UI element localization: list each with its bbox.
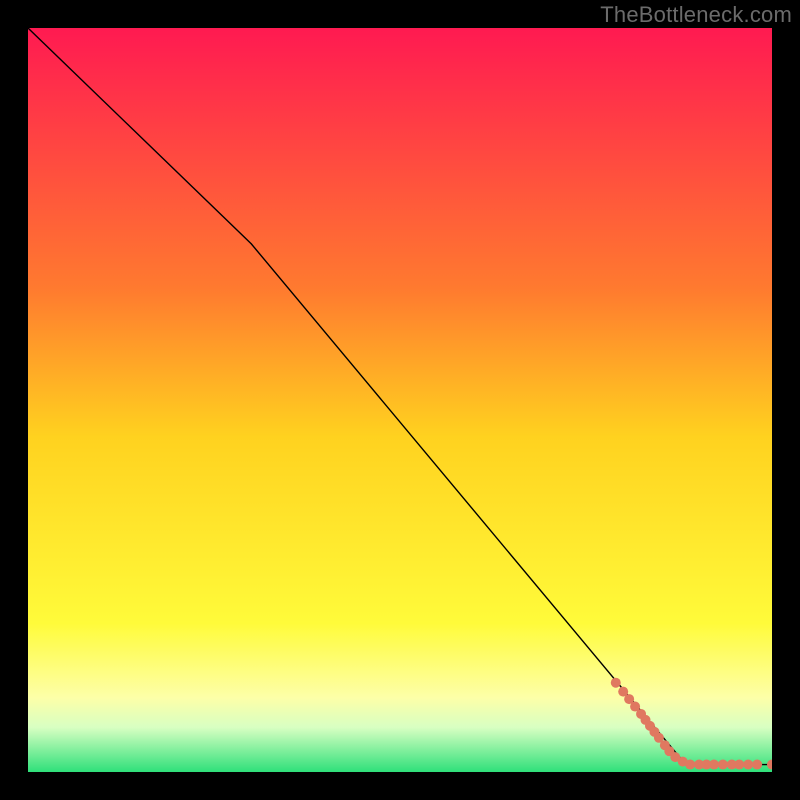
scatter-point (718, 760, 728, 770)
chart-svg (28, 28, 772, 772)
watermark-text: TheBottleneck.com (600, 2, 792, 28)
scatter-point (743, 760, 753, 770)
scatter-point (752, 760, 762, 770)
scatter-point (685, 760, 695, 770)
scatter-point (709, 760, 719, 770)
chart-plot-area (28, 28, 772, 772)
chart-background-gradient (28, 28, 772, 772)
scatter-point (611, 678, 621, 688)
chart-frame: TheBottleneck.com (0, 0, 800, 800)
scatter-point (734, 760, 744, 770)
